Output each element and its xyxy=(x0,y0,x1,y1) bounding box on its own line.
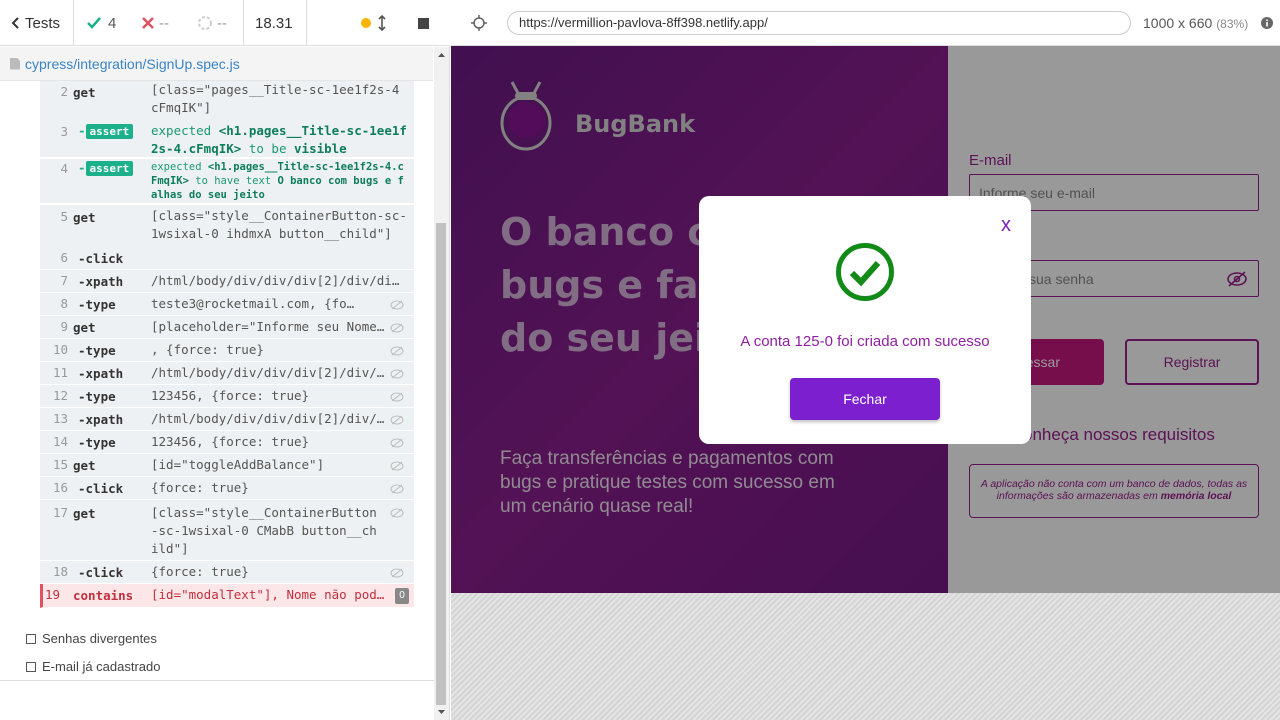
command-row[interactable]: 7 -xpath /html/body/div/div/div[2]/div/d… xyxy=(40,270,414,293)
reporter-scrollbar[interactable] xyxy=(434,47,449,720)
checkbox-icon xyxy=(26,661,36,672)
command-row[interactable]: 9 get [placeholder="Informe seu Nome"] xyxy=(40,316,414,339)
command-row-assert[interactable]: 4 - assert expected <h1.pages__Title-sc-1… xyxy=(40,159,414,204)
command-row[interactable]: 6 -click xyxy=(40,247,414,270)
stop-icon xyxy=(418,17,429,29)
command-row[interactable]: 5 get [class="style__ContainerButton-sc-… xyxy=(40,205,414,250)
close-icon[interactable]: x xyxy=(1001,214,1011,237)
status-dot-icon xyxy=(361,18,371,28)
eye-slash-icon xyxy=(390,461,404,471)
eye-slash-icon xyxy=(390,300,404,310)
info-icon[interactable] xyxy=(1261,17,1273,29)
scroll-arrows-icon xyxy=(378,15,386,31)
command-row[interactable]: 15 get [id="toggleAddBalance"] xyxy=(40,454,414,477)
stop-button[interactable] xyxy=(418,0,429,46)
command-row[interactable]: 14 -type 123456, {force: true} xyxy=(40,431,414,454)
eye-slash-icon xyxy=(390,346,404,356)
spec-path-bar: cypress/integration/SignUp.spec.js xyxy=(0,47,433,81)
command-row-assert[interactable]: 3 - assert expected <h1.pages__Title-sc-1… xyxy=(40,122,414,158)
duration: 18.31 xyxy=(255,14,293,32)
spec-path-link[interactable]: cypress/integration/SignUp.spec.js xyxy=(25,56,240,72)
command-row[interactable]: 18 -click {force: true} xyxy=(40,561,414,584)
command-row[interactable]: 10 -type , {force: true} xyxy=(40,339,414,362)
eye-slash-icon xyxy=(390,323,404,333)
cypress-reporter: Tests 4 -- -- 18.31 cypress/integration/… xyxy=(0,0,450,720)
eye-slash-icon xyxy=(390,484,404,494)
checkbox-icon xyxy=(26,633,36,644)
viewport-info: 1000 x 660 (83%) xyxy=(1143,15,1249,31)
close-modal-button[interactable]: Fechar xyxy=(790,378,940,420)
command-row[interactable]: 11 -xpath /html/body/div/div/div[2]/div/… xyxy=(40,362,414,385)
selector-playground-icon[interactable] xyxy=(470,14,488,32)
eye-slash-icon xyxy=(390,369,404,379)
autoscroll-toggle[interactable] xyxy=(361,0,388,46)
command-row-failed[interactable]: 19 contains [id="modalText"], Nome não p… xyxy=(40,584,414,608)
viewport-background xyxy=(451,593,1280,720)
command-row[interactable]: 17 get [class="style__ContainerButton-sc… xyxy=(40,500,414,561)
modal-text: A conta 125-0 foi criada com sucesso xyxy=(740,333,990,350)
assert-badge: assert xyxy=(85,161,134,176)
aut-header: https://vermillion-pavlova-8ff398.netlif… xyxy=(451,0,1280,46)
command-row[interactable]: 16 -click {force: true} xyxy=(40,477,414,500)
pending-count: -- xyxy=(197,0,227,46)
command-row[interactable]: 8 -type teste3@rocketmail.com, {force: … xyxy=(40,293,414,316)
file-icon xyxy=(10,57,20,70)
passed-count: 4 xyxy=(86,0,116,46)
eye-slash-icon xyxy=(390,392,404,402)
reporter-header: Tests 4 -- -- 18.31 xyxy=(0,0,450,46)
success-modal: x A conta 125-0 foi criada com sucesso F… xyxy=(699,196,1031,444)
url-bar[interactable]: https://vermillion-pavlova-8ff398.netlif… xyxy=(507,11,1131,35)
command-log: 2 get [class="pages__Title-sc-1ee1f2s-4 … xyxy=(40,81,414,608)
command-row[interactable]: 2 get [class="pages__Title-sc-1ee1f2s-4 … xyxy=(40,81,414,126)
scroll-up-icon xyxy=(438,53,445,57)
command-row[interactable]: 13 -xpath /html/body/div/div/div[2]/div/… xyxy=(40,408,414,431)
chevron-left-icon xyxy=(11,17,19,29)
eye-slash-icon xyxy=(390,415,404,425)
test-email-ja-cadastrado[interactable]: E-mail já cadastrado xyxy=(26,659,161,674)
tests-nav-button[interactable]: Tests xyxy=(10,0,60,46)
assert-badge: assert xyxy=(85,124,134,139)
count-badge: 0 xyxy=(395,588,409,604)
command-row[interactable]: 12 -type 123456, {force: true} xyxy=(40,385,414,408)
check-circle-icon xyxy=(836,243,894,301)
test-senhas-divergentes[interactable]: Senhas divergentes xyxy=(26,631,157,646)
pending-circle-icon xyxy=(198,16,212,30)
failed-count: -- xyxy=(141,0,169,46)
scroll-thumb[interactable] xyxy=(436,223,446,705)
x-icon xyxy=(142,17,154,29)
scroll-down-icon xyxy=(438,710,445,714)
eye-slash-icon xyxy=(390,438,404,448)
eye-slash-icon xyxy=(390,568,404,578)
eye-slash-icon xyxy=(390,508,404,518)
check-icon xyxy=(87,17,101,29)
